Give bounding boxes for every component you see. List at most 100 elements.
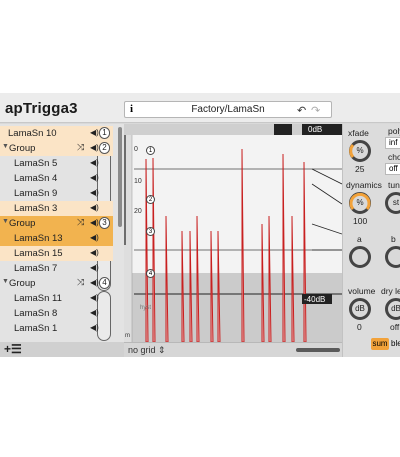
dry-level-unit: dB <box>391 304 400 313</box>
blend-button[interactable]: ble <box>391 338 400 350</box>
tune-label: tuni <box>388 180 400 190</box>
dry-level-label: dry lev <box>381 286 400 296</box>
speaker-icon[interactable]: ◀) <box>90 128 99 137</box>
xfade-unit: % <box>356 146 364 155</box>
ruler-label-10: 10 <box>134 178 142 185</box>
list-item[interactable]: LamaSn 3 ◀) <box>0 201 113 216</box>
list-item-label: LamaSn 8 <box>14 308 58 319</box>
group-number-badge: 1 <box>99 127 110 139</box>
list-item-label: LamaSn 3 <box>14 203 58 214</box>
list-item-label: LamaSn 4 <box>14 173 58 184</box>
speaker-icon[interactable]: ◀) <box>90 173 99 182</box>
poly-label: poly <box>388 126 400 136</box>
expand-triangle-icon[interactable]: ▼ <box>2 278 9 285</box>
shuffle-icon[interactable]: ⤨ <box>77 142 84 153</box>
hysteresis-label: hyst <box>140 305 152 311</box>
list-item-label: Group <box>9 218 36 229</box>
speaker-icon[interactable]: ◀) <box>90 308 99 317</box>
group-number-badge: 2 <box>99 142 110 154</box>
list-item-label: Group <box>9 143 36 154</box>
dynamics-value: 100 <box>353 216 368 226</box>
list-item-label: LamaSn 7 <box>14 263 58 274</box>
add-item-button[interactable]: +☰ <box>4 342 22 356</box>
speaker-icon[interactable]: ◀) <box>90 203 99 212</box>
waveform-view[interactable]: 0dB -40dB 0 10 20 1 2 3 4 hyst m <box>124 124 343 343</box>
list-item-label: LamaSn 10 <box>8 128 57 139</box>
speaker-icon[interactable]: ◀) <box>90 323 99 332</box>
m-label: m <box>125 333 130 339</box>
list-item-label: LamaSn 15 <box>14 248 63 259</box>
parameter-panel: xfade % 25 poly inf chok off dynamics % … <box>342 124 400 357</box>
expand-triangle-icon[interactable]: ▼ <box>2 218 9 225</box>
bottom-db-label: -40dB <box>304 295 326 304</box>
b-label: b <box>391 234 396 244</box>
waveform-svg[interactable] <box>124 124 343 343</box>
waveform-hscroll[interactable] <box>296 348 340 352</box>
list-item-label: LamaSn 1 <box>14 323 58 334</box>
poly-dropdown[interactable]: inf <box>385 137 400 149</box>
dry-level-value: off <box>390 322 400 332</box>
speaker-icon[interactable]: ◀) <box>90 263 99 272</box>
ruler-label-0: 0 <box>134 146 138 153</box>
a-label: a <box>357 234 362 244</box>
list-item[interactable]: LamaSn 7 ◀) <box>0 261 113 276</box>
list-item[interactable]: LamaSn 9 ◀) <box>0 186 113 201</box>
list-item[interactable]: LamaSn 15 ◀) <box>0 246 113 261</box>
list-scrollbar[interactable] <box>118 127 122 227</box>
tune-unit: st <box>392 198 400 207</box>
threshold-marker-3[interactable]: 3 <box>146 227 155 236</box>
volume-unit: dB <box>355 304 365 313</box>
redo-icon[interactable]: ↷ <box>311 104 320 117</box>
list-item-label: LamaSn 9 <box>14 188 58 199</box>
xfade-label: xfade <box>348 128 369 138</box>
dynamics-label: dynamics <box>346 180 382 190</box>
list-item-label: Group <box>9 278 36 289</box>
speaker-icon[interactable]: ◀) <box>90 293 99 302</box>
list-group-row[interactable]: ▼ Group ⤨ ◀) 2 <box>0 141 113 156</box>
choke-dropdown[interactable]: off <box>385 163 400 175</box>
list-footer: +☰ <box>0 342 124 357</box>
threshold-marker-2[interactable]: 2 <box>146 195 155 204</box>
list-item[interactable]: LamaSn 13 ◀) <box>0 231 113 246</box>
grid-dropdown[interactable]: no grid ⇕ <box>128 345 166 356</box>
group-number-badge: 4 <box>99 277 110 289</box>
b-knob[interactable] <box>385 246 400 268</box>
speaker-icon[interactable]: ◀) <box>90 218 99 227</box>
shuffle-icon[interactable]: ⤨ <box>77 217 84 228</box>
expand-triangle-icon[interactable]: ▼ <box>2 143 9 150</box>
list-item[interactable]: LamaSn 10 ◀) 1 <box>0 126 113 141</box>
volume-label: volume <box>348 286 376 296</box>
a-knob[interactable] <box>349 246 371 268</box>
list-item[interactable]: LamaSn 4 ◀) <box>0 171 113 186</box>
sum-button[interactable]: sum <box>371 338 389 350</box>
list-item-label: LamaSn 13 <box>14 233 63 244</box>
xfade-value: 25 <box>355 164 365 174</box>
sample-list: LamaSn 10 ◀) 1 ▼ Group ⤨ ◀) 2 LamaSn 5 ◀) LamaSn 4… <box>0 124 124 342</box>
shuffle-icon[interactable]: ⤨ <box>77 277 84 288</box>
threshold-marker-1[interactable]: 1 <box>146 146 155 155</box>
plugin-window: apTrigga3 i Factory/LamaSn ↶ ↷ LamaSn 10… <box>0 93 400 357</box>
undo-icon[interactable]: ↶ <box>297 104 306 117</box>
app-title: apTrigga3 <box>5 100 78 117</box>
speaker-icon[interactable]: ◀) <box>90 188 99 197</box>
speaker-icon[interactable]: ◀) <box>90 248 99 257</box>
dynamics-unit: % <box>356 198 364 207</box>
list-group-row[interactable]: ▼ Group ⤨ ◀) 4 <box>0 276 113 291</box>
list-item[interactable]: LamaSn 11 ◀) <box>0 291 113 306</box>
speaker-icon[interactable]: ◀) <box>90 278 99 287</box>
group-number-badge: 3 <box>99 217 110 229</box>
list-item[interactable]: LamaSn 1 ◀) <box>0 321 113 336</box>
ruler-label-20: 20 <box>134 208 142 215</box>
waveform-footer: no grid ⇕ <box>124 342 342 357</box>
list-item[interactable]: LamaSn 8 ◀) <box>0 306 113 321</box>
choke-label: chok <box>388 152 400 162</box>
top-db-label: 0dB <box>308 125 323 134</box>
threshold-marker-4[interactable]: 4 <box>146 269 155 278</box>
list-item[interactable]: LamaSn 5 ◀) <box>0 156 113 171</box>
list-group-row[interactable]: ▼ Group ⤨ ◀) 3 <box>0 216 113 231</box>
list-item-label: LamaSn 11 <box>14 293 62 304</box>
title-bar: apTrigga3 i Factory/LamaSn ↶ ↷ <box>0 93 400 123</box>
speaker-icon[interactable]: ◀) <box>90 143 99 152</box>
speaker-icon[interactable]: ◀) <box>90 233 99 242</box>
speaker-icon[interactable]: ◀) <box>90 158 99 167</box>
